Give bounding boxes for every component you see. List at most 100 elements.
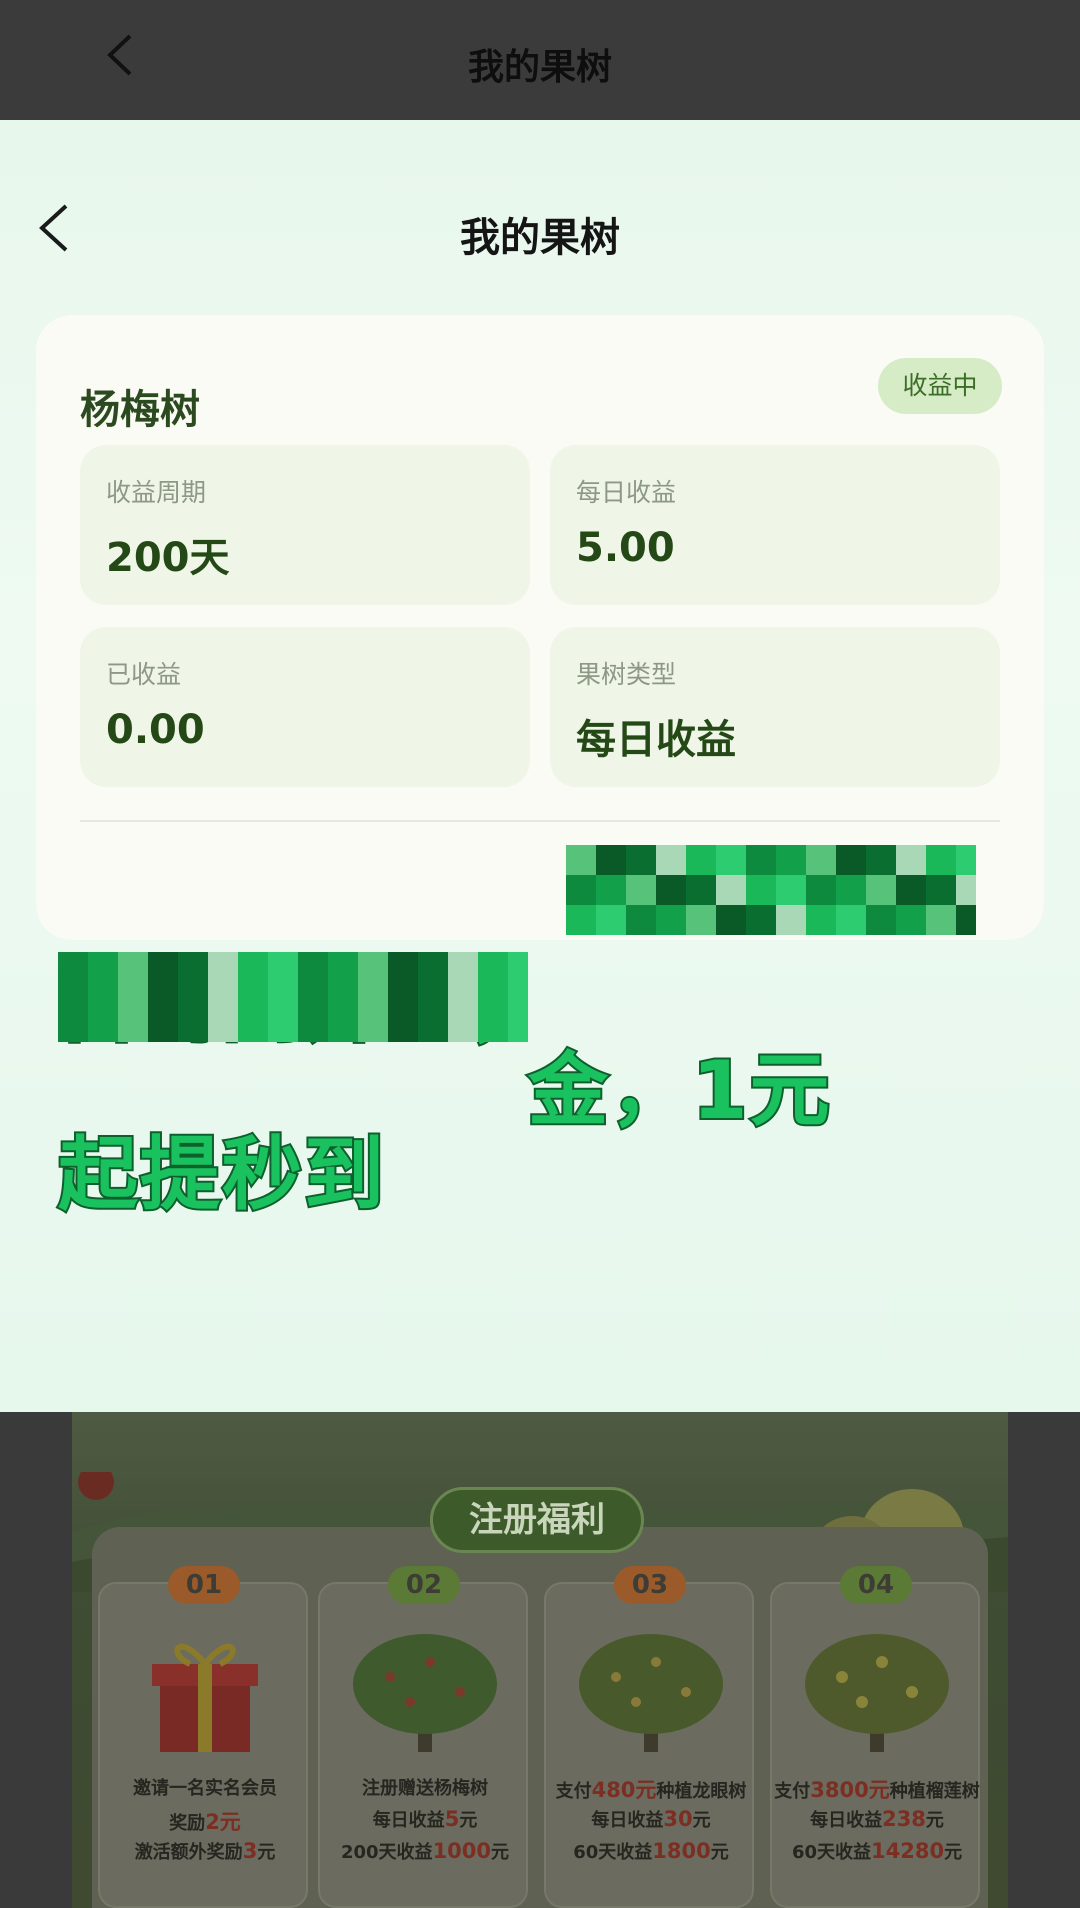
- mosaic-block: [956, 875, 976, 905]
- section-heading: 注册福利: [430, 1487, 644, 1553]
- mosaic-block: [268, 952, 298, 982]
- mosaic-block: [358, 952, 388, 982]
- mosaic-block: [388, 952, 418, 982]
- caption-line-2: 金，1元: [526, 1044, 832, 1137]
- perk-line: 每日收益30元: [591, 1807, 711, 1831]
- stat-label: 已收益: [106, 660, 182, 689]
- mosaic-block: [178, 952, 208, 982]
- mosaic-block: [208, 1012, 238, 1042]
- mosaic-block: [746, 875, 776, 905]
- mosaic-block: [298, 982, 328, 1012]
- mosaic-block: [596, 905, 626, 935]
- perk-line: 每日收益238元: [810, 1807, 944, 1831]
- mosaic-block: [566, 875, 596, 905]
- mosaic-block: [836, 845, 866, 875]
- mosaic-block: [626, 845, 656, 875]
- modal-title: 我的果树: [460, 215, 620, 261]
- mosaic-block: [238, 982, 268, 1012]
- mosaic-block: [836, 875, 866, 905]
- tree-icon: [353, 1634, 497, 1752]
- perk-number: 02: [388, 1566, 460, 1604]
- mosaic-block: [746, 845, 776, 875]
- perk-line: 奖励2元: [169, 1810, 241, 1834]
- tree-name: 杨梅树: [80, 387, 200, 433]
- mosaic-block: [656, 845, 686, 875]
- mosaic-block: [298, 1012, 328, 1042]
- mosaic-block: [866, 905, 896, 935]
- mosaic-block: [358, 1012, 388, 1042]
- mosaic-block: [806, 875, 836, 905]
- perk-card-02[interactable]: 02 注册赠送杨梅树 每日收益5元 200天收益1000元: [318, 1566, 528, 1908]
- perk-line: 200天收益1000元: [340, 1839, 510, 1863]
- mosaic-block: [418, 982, 448, 1012]
- mosaic-block: [508, 982, 528, 1012]
- mosaic-block: [328, 1012, 358, 1042]
- mosaic-block: [686, 845, 716, 875]
- mosaic-block: [926, 905, 956, 935]
- mosaic-block: [148, 1012, 178, 1042]
- mosaic-block: [478, 952, 508, 982]
- mosaic-block: [956, 845, 976, 875]
- mosaic-block: [716, 875, 746, 905]
- mosaic-block: [686, 875, 716, 905]
- perk-line: 邀请一名实名会员: [133, 1778, 277, 1799]
- top-app-bar: 我的果树: [0, 0, 1080, 120]
- perk-line: 每日收益5元: [372, 1807, 478, 1831]
- status-badge: 收益中: [878, 358, 1002, 414]
- mosaic-block: [388, 1012, 418, 1042]
- mosaic-block: [388, 982, 418, 1012]
- perk-number: 04: [840, 1566, 912, 1604]
- mosaic-block: [596, 875, 626, 905]
- mosaic-block: [478, 1012, 508, 1042]
- mosaic-block: [866, 875, 896, 905]
- mosaic-block: [956, 905, 976, 935]
- mosaic-block: [806, 905, 836, 935]
- mosaic-block: [328, 982, 358, 1012]
- stat-label: 收益周期: [106, 478, 207, 507]
- tree-icon: [805, 1634, 949, 1752]
- mosaic-block: [926, 845, 956, 875]
- tree-icon: [579, 1634, 723, 1752]
- perk-line: 支付480元种植龙眼树: [555, 1778, 747, 1802]
- perk-number: 03: [614, 1566, 686, 1604]
- mosaic-block: [418, 952, 448, 982]
- censor-mosaic: [566, 845, 976, 935]
- mosaic-block: [896, 845, 926, 875]
- stat-value: 5.00: [576, 525, 675, 571]
- mosaic-block: [358, 982, 388, 1012]
- perk-card-01[interactable]: 01 邀请一名实名会员 奖励2元 激活额外奖励3元: [98, 1566, 308, 1908]
- register-benefits-banner: 注册福利 01 邀请一名实名会员 奖励2元 激活额外奖励3元 02 注册赠送杨梅…: [72, 1412, 1008, 1908]
- censor-mosaic: [58, 952, 528, 1042]
- mosaic-block: [806, 845, 836, 875]
- mosaic-block: [148, 952, 178, 982]
- mosaic-block: [448, 952, 478, 982]
- divider: [80, 820, 1000, 822]
- mosaic-block: [716, 905, 746, 935]
- stat-earned: 已收益 0.00: [80, 627, 530, 787]
- mosaic-block: [268, 982, 298, 1012]
- mosaic-block: [896, 905, 926, 935]
- mosaic-block: [448, 1012, 478, 1042]
- mosaic-block: [596, 845, 626, 875]
- stat-value: 0.00: [106, 707, 205, 753]
- mosaic-block: [896, 875, 926, 905]
- mosaic-block: [58, 1012, 88, 1042]
- mosaic-block: [776, 905, 806, 935]
- mosaic-block: [88, 982, 118, 1012]
- perk-card-03[interactable]: 03 支付480元种植龙眼树 每日收益30元 60天收益1800元: [544, 1566, 754, 1908]
- mosaic-block: [118, 982, 148, 1012]
- gift-box-icon: [152, 1643, 258, 1752]
- mosaic-block: [626, 905, 656, 935]
- perk-card-04[interactable]: 04 支付3800元种植榴莲树 每日收益238元 60天收益14280元: [770, 1566, 980, 1908]
- mosaic-block: [508, 1012, 528, 1042]
- stat-value: 200天: [106, 535, 230, 581]
- perk-line: 激活额外奖励3元: [134, 1839, 276, 1863]
- mosaic-block: [746, 905, 776, 935]
- mosaic-block: [656, 905, 686, 935]
- perk-line: 60天收益14280元: [791, 1839, 963, 1863]
- page-title: 我的果树: [467, 47, 612, 88]
- mosaic-block: [566, 905, 596, 935]
- mosaic-block: [118, 952, 148, 982]
- perk-number: 01: [168, 1566, 240, 1604]
- mosaic-block: [448, 982, 478, 1012]
